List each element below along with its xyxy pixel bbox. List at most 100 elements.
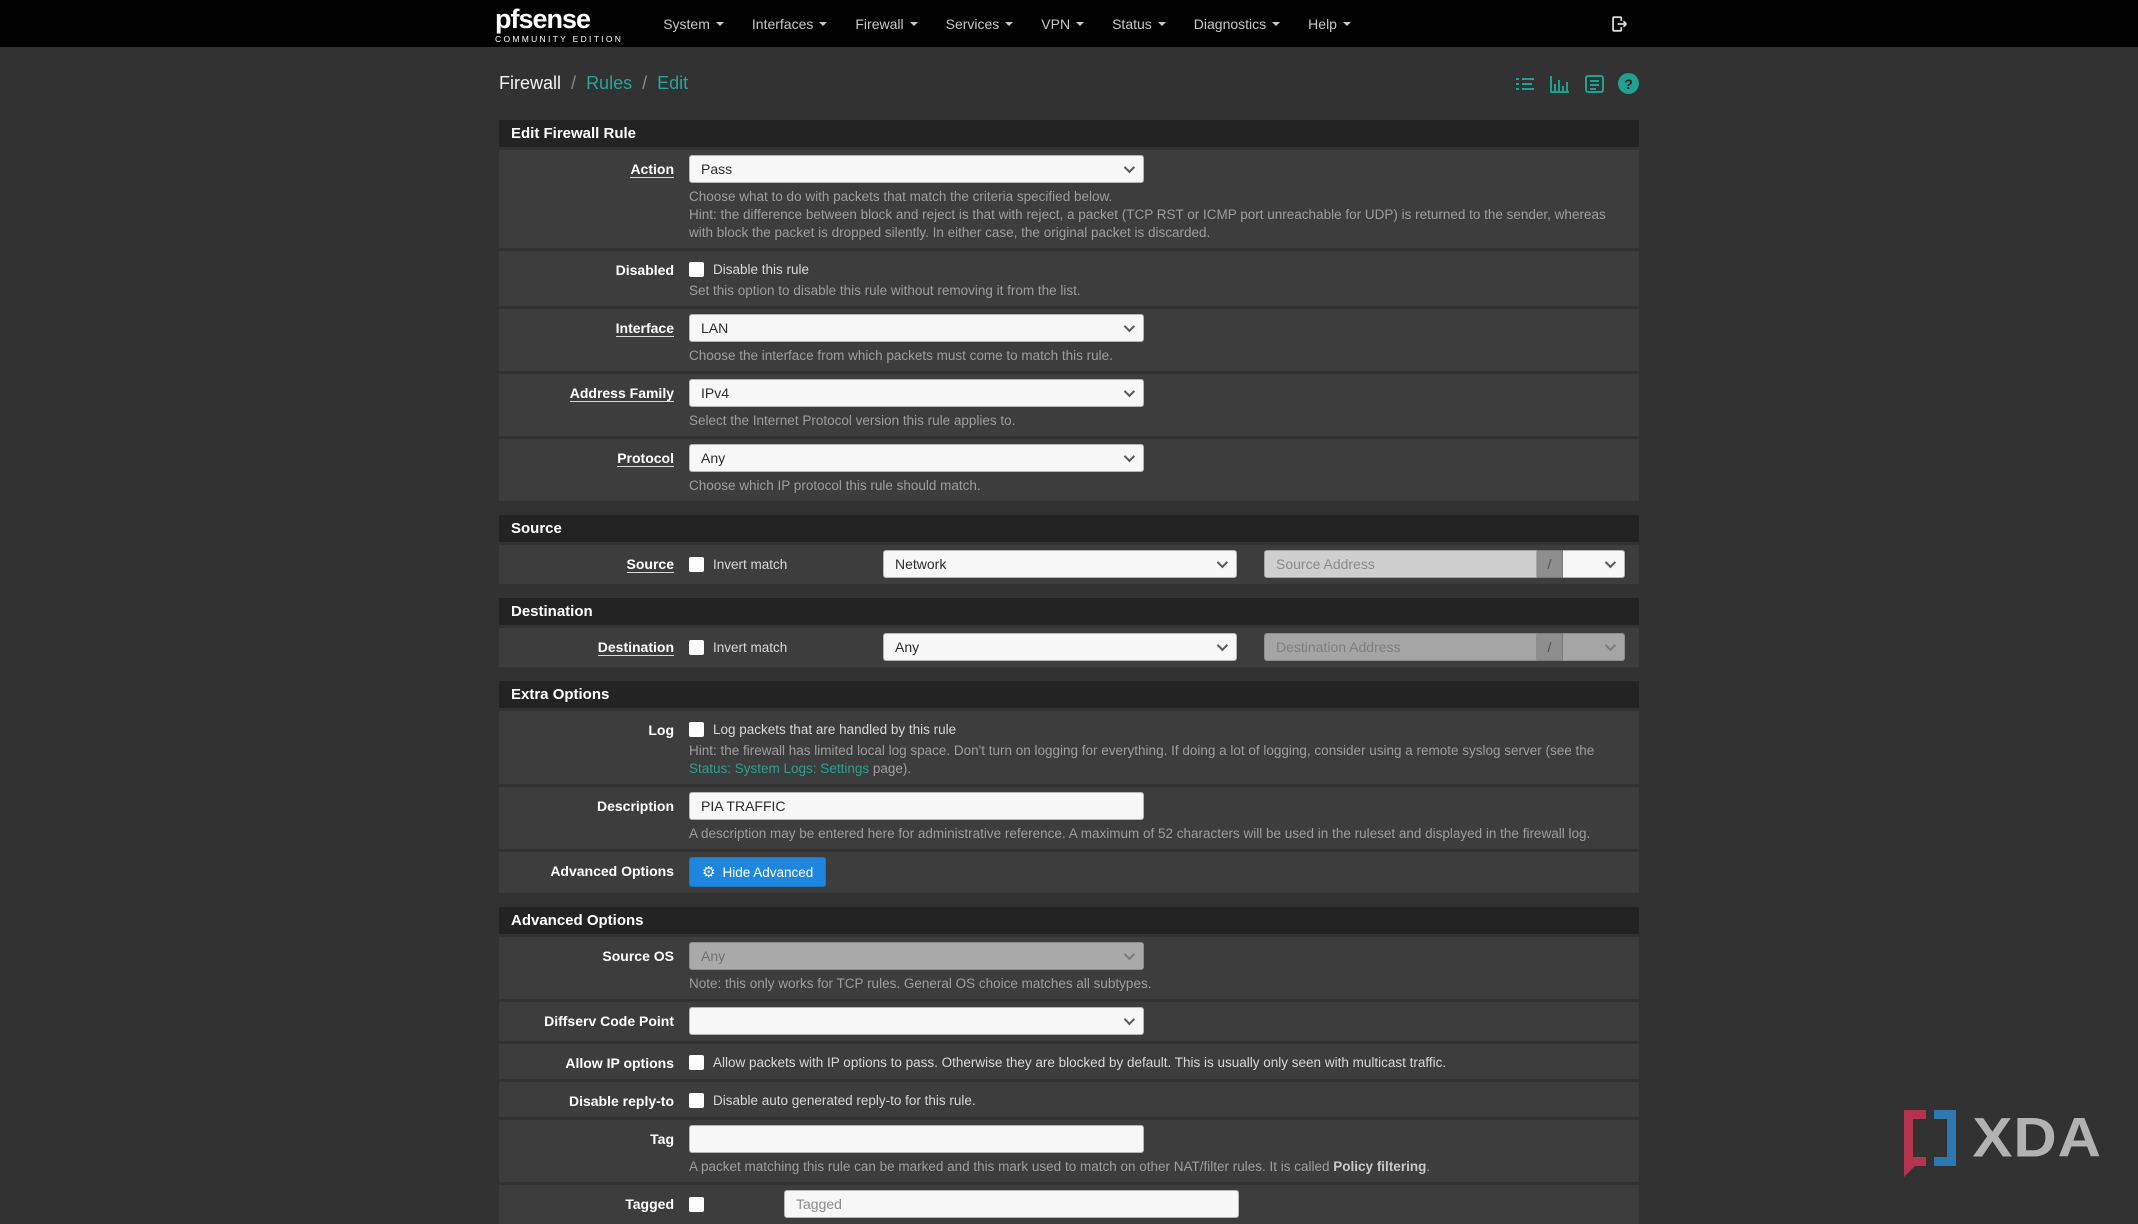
row-source-os: Source OS Any Note: this only works for … — [499, 937, 1639, 999]
action-help: Choose what to do with packets that matc… — [689, 188, 1627, 242]
action-select[interactable]: Pass — [689, 155, 1144, 183]
sign-out-icon — [1609, 14, 1629, 34]
protocol-label[interactable]: Protocol — [617, 450, 674, 467]
description-help: A description may be entered here for ad… — [689, 825, 1627, 843]
panel-title: Extra Options — [499, 681, 1639, 708]
address-family-help: Select the Internet Protocol version thi… — [689, 412, 1627, 430]
log-packets-checkbox[interactable] — [689, 722, 704, 737]
destination-type-select[interactable]: Any — [883, 633, 1237, 661]
nav-item-system[interactable]: System — [649, 16, 738, 32]
related-log-icon[interactable] — [1584, 74, 1605, 94]
nav-item-diagnostics[interactable]: Diagnostics — [1180, 16, 1294, 32]
chevron-down-icon — [1124, 162, 1135, 173]
source-os-help: Note: this only works for TCP rules. Gen… — [689, 975, 1627, 993]
chevron-down-icon — [1217, 640, 1228, 651]
nav-item-help[interactable]: Help — [1294, 16, 1365, 32]
nav-item-interfaces[interactable]: Interfaces — [738, 16, 841, 32]
panel-title: Edit Firewall Rule — [499, 120, 1639, 147]
checkbox-label: Disable this rule — [713, 262, 809, 277]
chevron-down-icon — [1124, 949, 1135, 960]
interface-help: Choose the interface from which packets … — [689, 347, 1627, 365]
top-navbar: pfsense COMMUNITY EDITION System Interfa… — [0, 0, 2138, 47]
description-input[interactable] — [689, 792, 1144, 820]
source-mask-select[interactable] — [1563, 550, 1625, 578]
chevron-down-icon — [1076, 22, 1084, 26]
row-address-family: Address Family IPv4 Select the Internet … — [499, 374, 1639, 436]
help-icon[interactable]: ? — [1618, 73, 1639, 94]
disable-rule-checkbox[interactable] — [689, 262, 704, 277]
tagged-checkbox[interactable] — [689, 1197, 704, 1212]
source-type-select[interactable]: Network — [883, 550, 1237, 578]
log-help: Hint: the firewall has limited local log… — [689, 742, 1627, 778]
destination-address-input — [1264, 633, 1537, 661]
address-family-label[interactable]: Address Family — [570, 385, 674, 402]
source-os-label: Source OS — [602, 948, 674, 964]
tag-label: Tag — [650, 1131, 674, 1147]
panel-title: Advanced Options — [499, 907, 1639, 934]
chevron-down-icon — [819, 22, 827, 26]
breadcrumb-current[interactable]: Edit — [657, 73, 688, 93]
allow-ip-options-label: Allow IP options — [565, 1055, 674, 1071]
disable-reply-to-checkbox[interactable] — [689, 1093, 704, 1108]
chevron-down-icon — [1005, 22, 1013, 26]
row-disable-reply-to: Disable reply-to Disable auto generated … — [499, 1082, 1639, 1117]
edition-text: COMMUNITY EDITION — [495, 35, 623, 44]
related-chart-icon[interactable] — [1549, 74, 1571, 94]
protocol-help: Choose which IP protocol this rule shoul… — [689, 477, 1627, 495]
row-tag: Tag A packet matching this rule can be m… — [499, 1120, 1639, 1182]
description-label: Description — [597, 798, 674, 814]
sign-out-button[interactable] — [1595, 14, 1643, 34]
breadcrumb-section: Firewall — [499, 73, 561, 93]
destination-label[interactable]: Destination — [598, 639, 674, 656]
interface-select[interactable]: LAN — [689, 314, 1144, 342]
row-diffserv: Diffserv Code Point — [499, 1002, 1639, 1041]
source-invert-checkbox[interactable] — [689, 557, 704, 572]
chevron-down-icon — [1124, 321, 1135, 332]
related-list-icon[interactable] — [1514, 74, 1536, 94]
page: { "navbar": { "brand": "pfsense", "editi… — [0, 0, 2138, 1196]
nav-item-status[interactable]: Status — [1098, 16, 1180, 32]
mask-separator: / — [1537, 550, 1563, 578]
chevron-down-icon — [1217, 557, 1228, 568]
hide-advanced-button[interactable]: ⚙ Hide Advanced — [689, 857, 826, 887]
allow-ip-options-checkbox[interactable] — [689, 1055, 704, 1070]
action-label[interactable]: Action — [630, 161, 674, 178]
chevron-down-icon — [1605, 640, 1616, 651]
interface-label[interactable]: Interface — [616, 320, 674, 337]
chevron-down-icon — [1124, 386, 1135, 397]
chevron-down-icon — [1605, 557, 1616, 568]
row-advanced-options-toggle: Advanced Options ⚙ Hide Advanced — [499, 852, 1639, 893]
advanced-options-label: Advanced Options — [550, 863, 674, 879]
syslog-settings-link[interactable]: Status: System Logs: Settings — [689, 761, 869, 776]
protocol-select[interactable]: Any — [689, 444, 1144, 472]
main-menu: System Interfaces Firewall Services VPN … — [649, 16, 1365, 32]
nav-item-firewall[interactable]: Firewall — [841, 16, 931, 32]
destination-mask-select — [1563, 633, 1625, 661]
tag-input[interactable] — [689, 1125, 1144, 1153]
panel-advanced-options: Advanced Options Source OS Any Note: thi… — [499, 907, 1639, 1224]
breadcrumb-link-rules[interactable]: Rules — [586, 73, 632, 93]
panel-extra-options: Extra Options Log Log packets that are h… — [499, 681, 1639, 893]
panel-title: Source — [499, 515, 1639, 542]
row-interface: Interface LAN Choose the interface from … — [499, 309, 1639, 371]
tagged-label: Tagged — [625, 1196, 674, 1212]
source-address-input[interactable] — [1264, 550, 1537, 578]
diffserv-label: Diffserv Code Point — [544, 1013, 674, 1029]
xda-logo-text: XDA — [1972, 1110, 2102, 1165]
destination-invert-checkbox[interactable] — [689, 640, 704, 655]
tagged-input[interactable] — [784, 1190, 1239, 1218]
pfsense-logo[interactable]: pfsense COMMUNITY EDITION — [495, 4, 623, 44]
brand-text: pfsense — [495, 6, 623, 33]
xda-left-bracket-icon — [1904, 1110, 1926, 1166]
checkbox-label: Allow packets with IP options to pass. O… — [713, 1055, 1446, 1070]
source-label[interactable]: Source — [627, 556, 674, 573]
nav-item-services[interactable]: Services — [932, 16, 1028, 32]
nav-item-vpn[interactable]: VPN — [1027, 16, 1098, 32]
panel-title: Destination — [499, 598, 1639, 625]
panel-source: Source Source Invert match Network / — [499, 515, 1639, 584]
mask-separator: / — [1537, 633, 1563, 661]
row-log: Log Log packets that are handled by this… — [499, 711, 1639, 784]
address-family-select[interactable]: IPv4 — [689, 379, 1144, 407]
xda-right-bracket-icon — [1934, 1110, 1956, 1166]
diffserv-select[interactable] — [689, 1007, 1144, 1035]
